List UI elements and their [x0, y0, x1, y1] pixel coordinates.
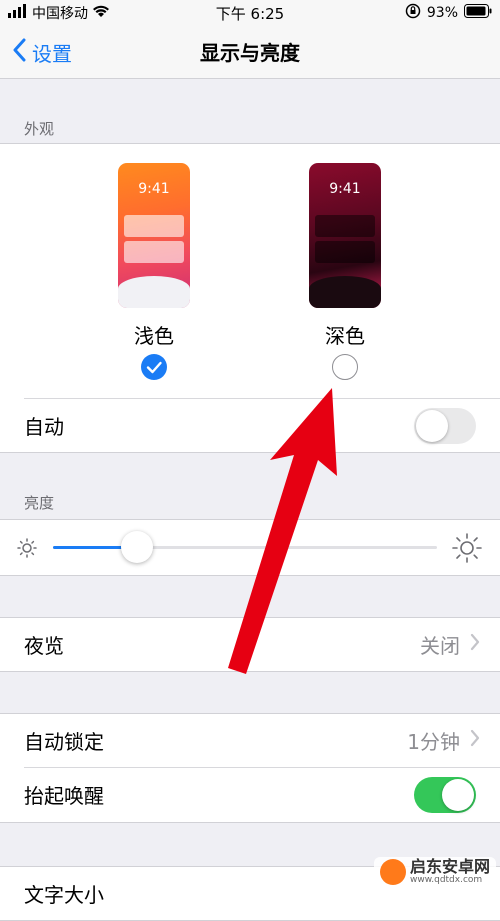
watermark: 启东安卓网 www.qdtdx.com — [373, 856, 496, 887]
watermark-url: www.qdtdx.com — [409, 874, 483, 885]
watermark-logo-icon — [379, 858, 406, 885]
annotation-arrow-icon — [228, 388, 337, 674]
watermark-text: 启东安卓网 — [409, 856, 490, 876]
